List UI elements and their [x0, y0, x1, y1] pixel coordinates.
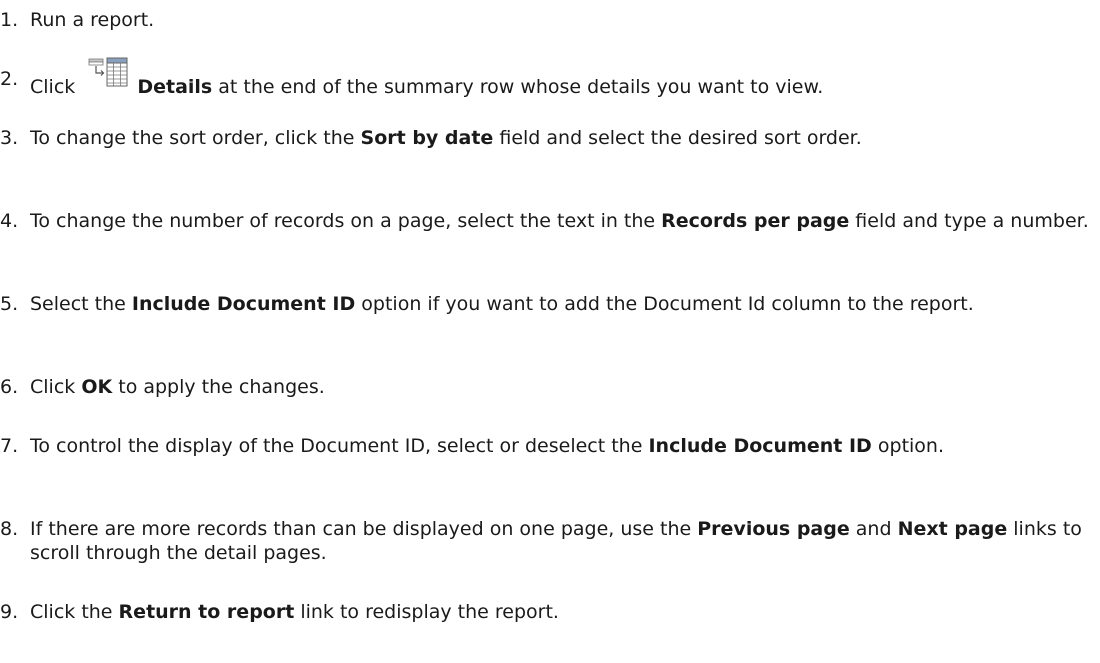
include-document-id-label: Include Document ID — [648, 435, 872, 457]
step-number: 7. — [0, 435, 19, 457]
previous-page-label: Previous page — [697, 518, 850, 540]
step-text: If there are more records than can be di… — [30, 518, 1082, 564]
details-label: Details — [137, 76, 213, 98]
step-text: Click OK to apply the changes. — [30, 376, 325, 398]
step-text: Click Details at the end of the summary … — [30, 57, 1096, 101]
step-number: 5. — [0, 293, 19, 315]
next-page-label: Next page — [897, 518, 1008, 540]
step-number: 2. — [0, 68, 19, 90]
step-text: To control the display of the Document I… — [30, 435, 945, 457]
sort-by-date-label: Sort by date — [360, 127, 494, 149]
step-text: To change the number of records on a pag… — [30, 210, 1089, 232]
step-number: 3. — [0, 127, 19, 149]
details-icon — [87, 57, 133, 101]
ok-label: OK — [81, 376, 113, 398]
step-text: Click the Return to report link to redis… — [30, 601, 559, 623]
step-text: Run a report. — [30, 9, 155, 31]
step-text: To change the sort order, click the Sort… — [30, 127, 862, 149]
step-number: 6. — [0, 376, 19, 398]
step-number: 4. — [0, 210, 19, 232]
step-number: 8. — [0, 518, 19, 540]
step-number: 1. — [0, 9, 19, 31]
return-to-report-label: Return to report — [118, 601, 295, 623]
records-per-page-label: Records per page — [661, 210, 850, 232]
include-document-id-label: Include Document ID — [131, 293, 356, 315]
step-number: 9. — [0, 601, 19, 623]
step-text: Select the Include Document ID option if… — [30, 293, 974, 315]
